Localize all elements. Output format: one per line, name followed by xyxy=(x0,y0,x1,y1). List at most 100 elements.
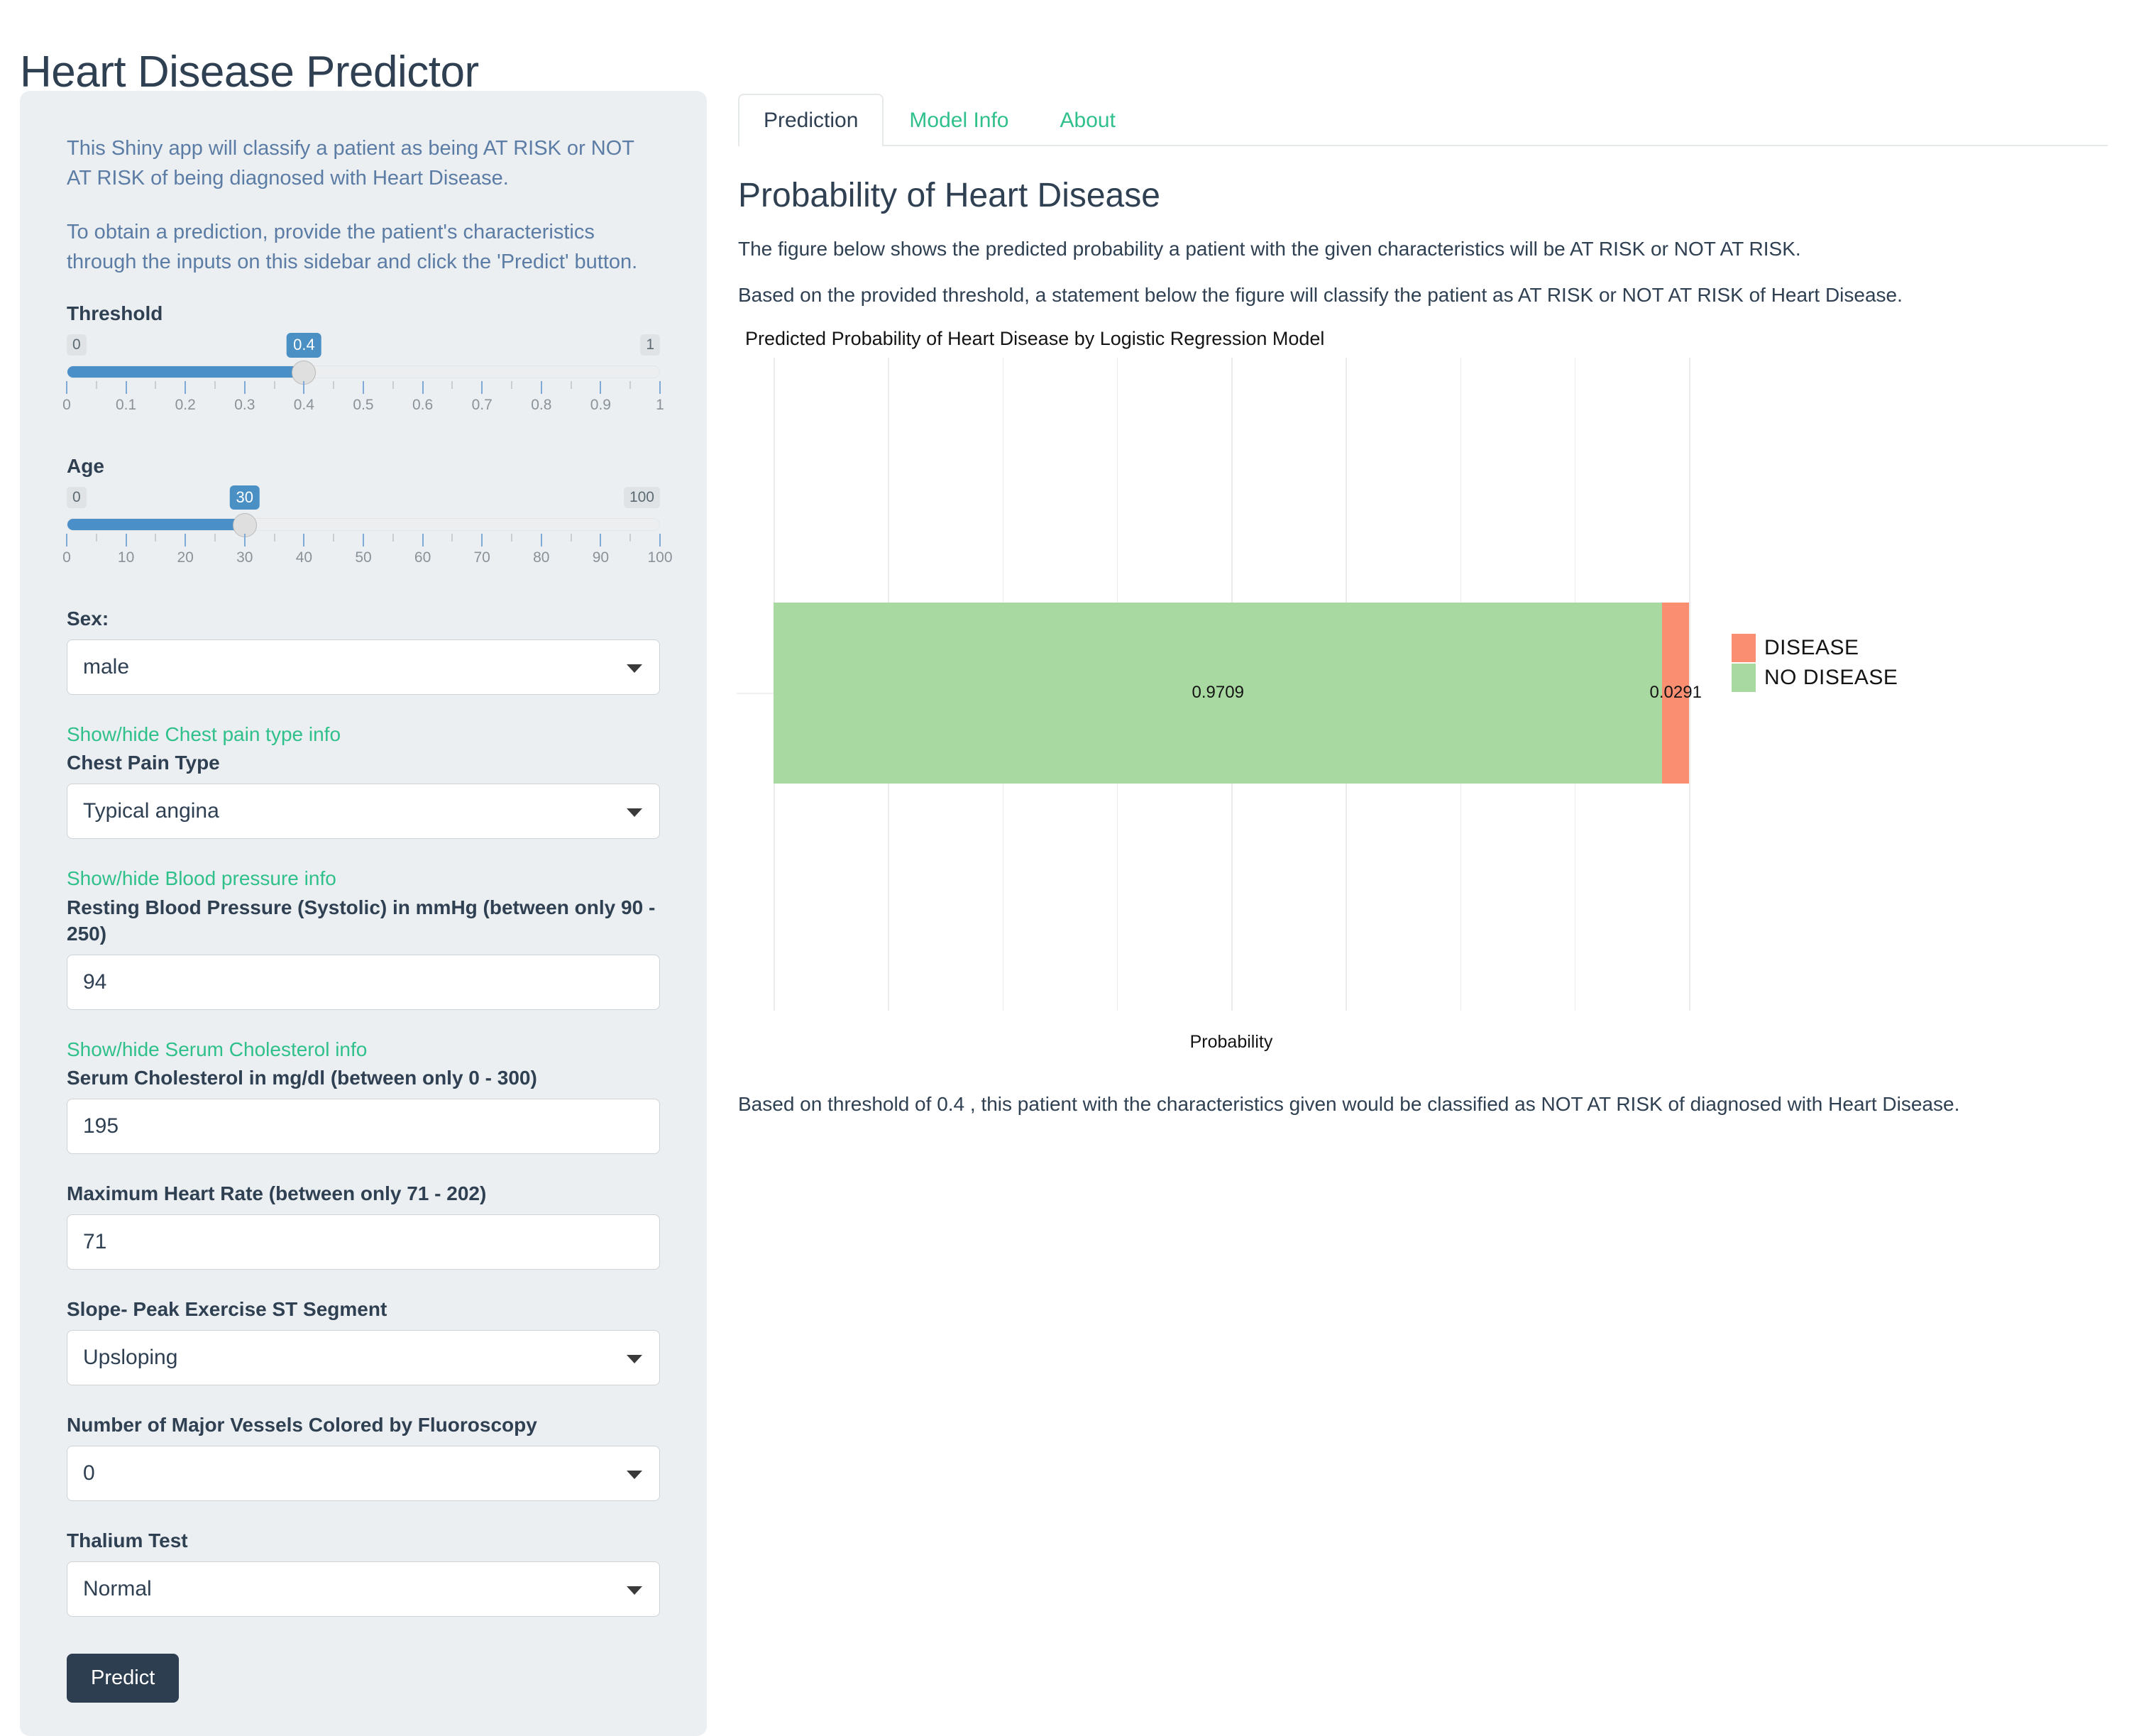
slider-tick-minor xyxy=(570,381,572,390)
slider-tick-major xyxy=(125,534,127,547)
max-heart-rate-input-value: 71 xyxy=(83,1229,107,1253)
thalium-label: Thalium Test xyxy=(67,1529,188,1551)
chevron-down-icon xyxy=(627,664,642,674)
slider-tick-label: 80 xyxy=(533,549,550,566)
slider-tick-label: 0 xyxy=(62,397,71,414)
slider-tick-minor xyxy=(392,534,394,542)
slider-tick-major xyxy=(422,534,424,547)
main-panel: Prediction Model Info About Probability … xyxy=(737,91,2108,1136)
slider-tick-minor xyxy=(629,381,632,390)
blood-pressure-input[interactable]: 94 xyxy=(67,954,660,1010)
page-title: Heart Disease Predictor xyxy=(20,47,479,97)
slider-tick-minor xyxy=(570,534,572,542)
slope-label: Slope- Peak Exercise ST Segment xyxy=(67,1297,387,1320)
chart-legend-swatch xyxy=(1732,663,1756,692)
max-heart-rate-input[interactable]: 71 xyxy=(67,1214,660,1270)
chart-bar-value-label: 0.9709 xyxy=(1192,682,1244,702)
slider-tick-minor xyxy=(214,534,216,542)
slider-tick-label: 1 xyxy=(656,397,664,414)
tab-about[interactable]: About xyxy=(1035,94,1141,146)
chart-legend-label: NO DISEASE xyxy=(1764,665,1898,689)
blood-pressure-input-value: 94 xyxy=(83,969,107,994)
threshold-field: Threshold 0 1 0.4 0 0.1 0.2 0.3 0.4 0.5 0.6 0.7… xyxy=(62,301,664,427)
chart-plot-area: 0.9709 0.0291 xyxy=(737,357,1702,1011)
chart-bar-value-label: 0.0291 xyxy=(1649,682,1702,702)
slider-tick-label: 40 xyxy=(295,549,313,566)
slider-tick-minor xyxy=(95,534,97,542)
threshold-max-pip: 1 xyxy=(640,334,660,356)
blood-pressure-info-link[interactable]: Show/hide Blood pressure info xyxy=(67,866,660,891)
age-tick-labels: 0 10 20 30 40 50 60 70 80 90 100 xyxy=(62,549,672,571)
slider-tick-label: 0.2 xyxy=(175,397,196,414)
vessels-select-value: 0 xyxy=(83,1461,95,1485)
slider-tick-major xyxy=(66,381,67,395)
main-paragraph-2: Based on the provided threshold, a state… xyxy=(738,284,1903,307)
slider-tick-minor xyxy=(629,534,632,542)
predict-button[interactable]: Predict xyxy=(67,1653,180,1703)
vessels-label: Number of Major Vessels Colored by Fluor… xyxy=(67,1413,537,1436)
chevron-down-icon xyxy=(627,808,642,818)
chart-legend-label: DISEASE xyxy=(1764,635,1859,659)
blood-pressure-label: Resting Blood Pressure (Systolic) in mmH… xyxy=(67,896,656,945)
sidebar-intro-paragraph-2: To obtain a prediction, provide the pati… xyxy=(67,221,638,274)
slider-tick-major xyxy=(363,534,364,547)
chest-pain-select[interactable]: Typical angina xyxy=(67,784,660,840)
slider-tick-major xyxy=(600,534,602,547)
chart-legend-item: NO DISEASE xyxy=(1732,663,2030,693)
chart-legend: DISEASE NO DISEASE xyxy=(1732,633,2030,693)
slider-tick-minor xyxy=(273,534,275,542)
sex-select-value: male xyxy=(83,655,130,679)
age-tickbar xyxy=(66,534,661,548)
section-heading: Probability of Heart Disease xyxy=(738,177,1160,214)
age-slider[interactable]: 0 100 30 0 10 20 30 40 50 60 70 80 90 100 xyxy=(62,485,673,579)
thalium-select-value: Normal xyxy=(83,1576,152,1600)
threshold-value-bubble: 0.4 xyxy=(287,333,321,358)
slider-tick-minor xyxy=(451,381,453,390)
classification-statement: Based on threshold of 0.4 , this patient… xyxy=(738,1092,1960,1115)
cholesterol-label: Serum Cholesterol in mg/dl (between only… xyxy=(67,1067,537,1089)
cholesterol-input[interactable]: 195 xyxy=(67,1099,660,1155)
max-heart-rate-field: Maximum Heart Rate (between only 71 - 20… xyxy=(67,1181,660,1270)
slider-tick-minor xyxy=(155,381,157,390)
slider-tick-label: 0.3 xyxy=(234,397,255,414)
slider-tick-major xyxy=(540,381,542,395)
sex-label: Sex: xyxy=(67,608,109,630)
slider-tick-label: 0 xyxy=(62,549,71,566)
age-slider-track[interactable] xyxy=(67,518,660,532)
slider-tick-minor xyxy=(273,381,275,390)
blood-pressure-field: Show/hide Blood pressure info Resting Bl… xyxy=(67,866,660,1010)
slope-select[interactable]: Upsloping xyxy=(67,1329,660,1385)
slider-tick-major xyxy=(243,534,246,547)
threshold-slider-track[interactable] xyxy=(67,366,660,379)
slider-tick-label: 0.6 xyxy=(412,397,434,414)
prediction-chart: Predicted Probability of Heart Disease b… xyxy=(737,327,2108,1059)
slider-tick-major xyxy=(540,534,542,547)
sex-select[interactable]: male xyxy=(67,639,660,696)
age-field: Age 0 100 30 0 10 20 30 40 50 60 70 80 90 100 xyxy=(62,454,673,579)
cholesterol-info-link[interactable]: Show/hide Serum Cholesterol info xyxy=(67,1037,660,1062)
slider-tick-label: 50 xyxy=(355,549,372,566)
slider-tick-major xyxy=(185,534,187,547)
slider-tick-major xyxy=(363,381,364,395)
vessels-select[interactable]: 0 xyxy=(67,1445,660,1501)
threshold-slider[interactable]: 0 1 0.4 0 0.1 0.2 0.3 0.4 0.5 0.6 0.7 0.8 0.9 1 xyxy=(62,333,664,427)
max-heart-rate-label: Maximum Heart Rate (between only 71 - 20… xyxy=(67,1182,487,1205)
sex-field: Sex: male xyxy=(67,606,660,696)
slider-tick-minor xyxy=(451,534,453,542)
threshold-tick-labels: 0 0.1 0.2 0.3 0.4 0.5 0.6 0.7 0.8 0.9 1 xyxy=(62,397,664,418)
sidebar-panel: This Shiny app will classify a patient a… xyxy=(20,91,707,1736)
threshold-label: Threshold xyxy=(67,302,163,325)
age-min-pip: 0 xyxy=(67,487,87,509)
tab-prediction[interactable]: Prediction xyxy=(738,94,884,146)
slider-tick-major xyxy=(481,534,483,547)
chest-pain-info-link[interactable]: Show/hide Chest pain type info xyxy=(67,722,660,747)
tab-model-info[interactable]: Model Info xyxy=(884,94,1034,146)
slider-tick-major xyxy=(303,534,305,547)
slider-tick-minor xyxy=(511,534,512,542)
thalium-select[interactable]: Normal xyxy=(67,1561,660,1617)
slider-tick-minor xyxy=(214,381,216,390)
slider-tick-minor xyxy=(333,534,335,542)
slider-tick-major xyxy=(66,534,67,547)
slider-tick-minor xyxy=(392,381,394,390)
age-value-bubble: 30 xyxy=(229,485,260,510)
